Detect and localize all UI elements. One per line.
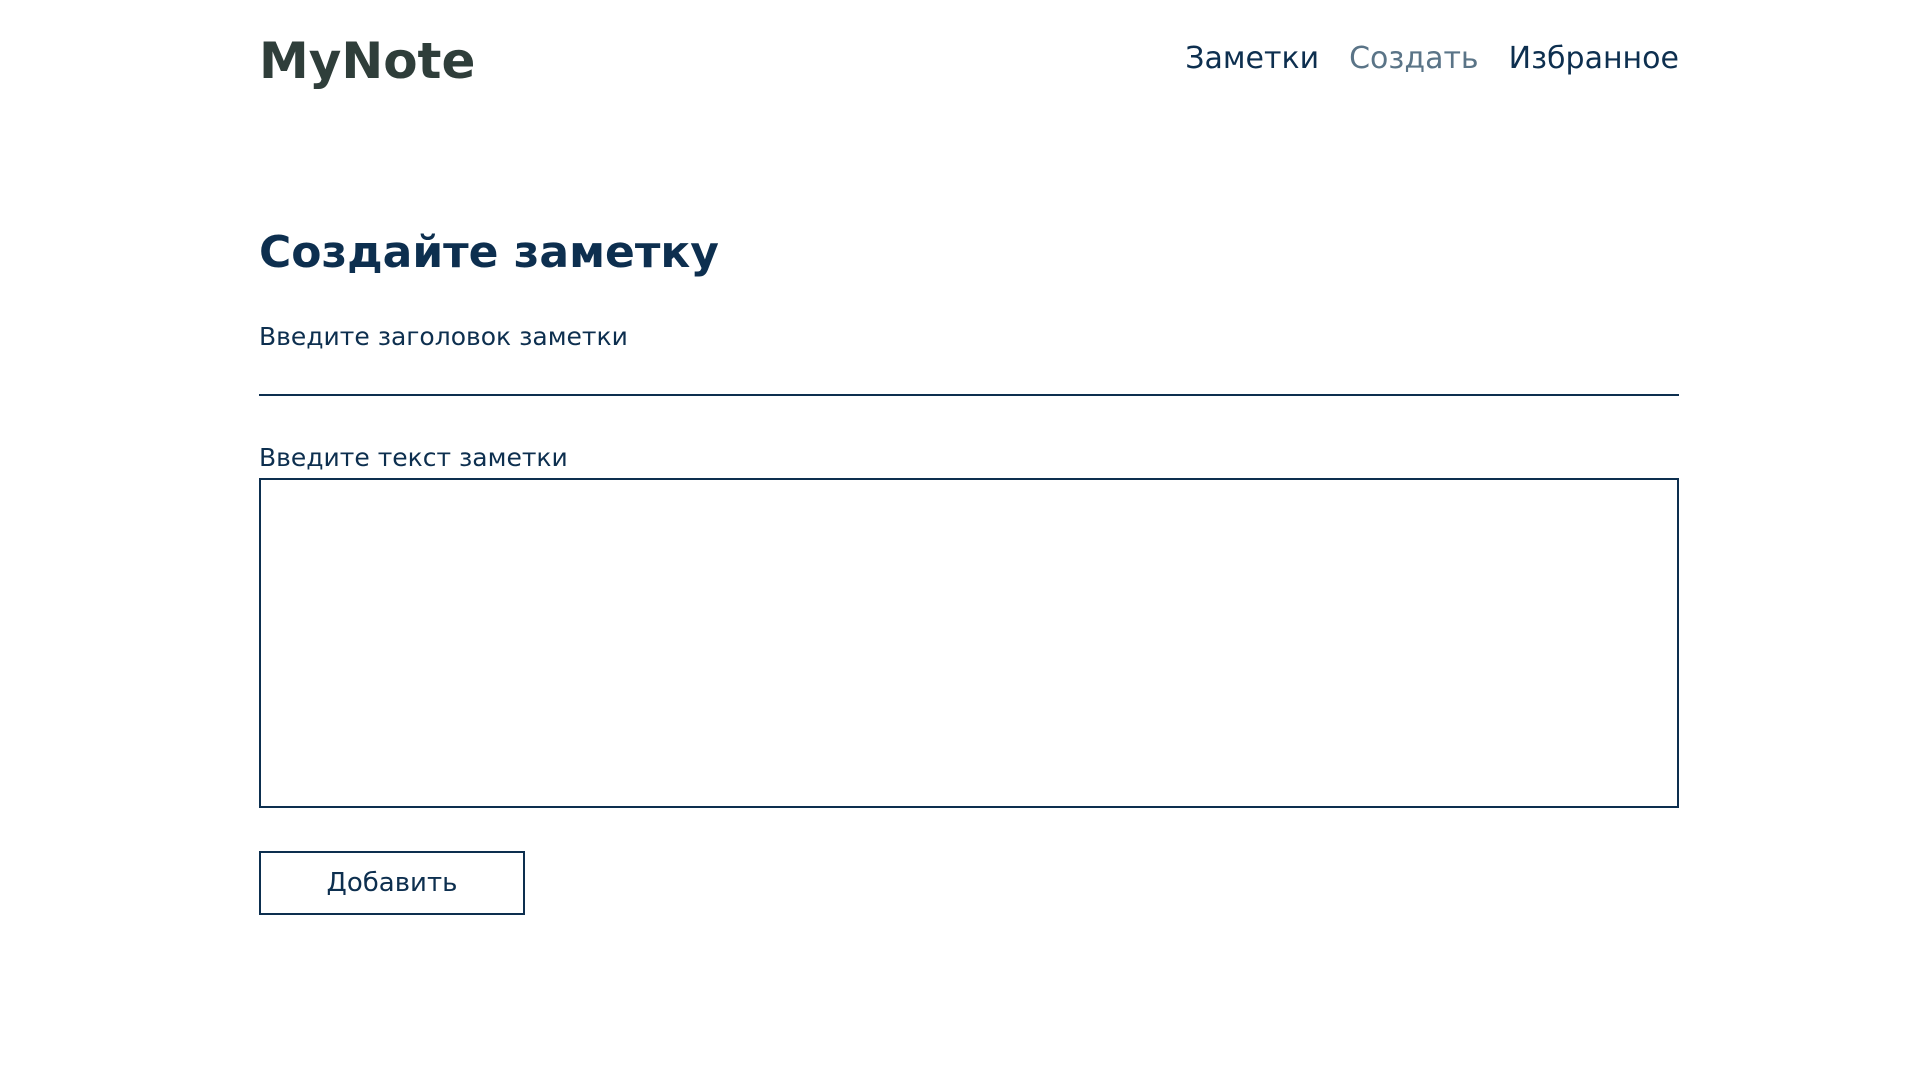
note-title-input[interactable] <box>259 356 1679 396</box>
note-text-area[interactable] <box>259 478 1679 808</box>
nav-item-create[interactable]: Создать <box>1349 36 1479 82</box>
add-button[interactable]: Добавить <box>259 851 525 915</box>
main-nav: Заметки Создать Избранное <box>1185 36 1679 82</box>
page: MyNote Заметки Создать Избранное Создайт… <box>0 0 1920 1080</box>
note-text-label: Введите текст заметки <box>259 443 568 472</box>
nav-item-notes[interactable]: Заметки <box>1185 36 1319 82</box>
page-title: Создайте заметку <box>259 227 719 278</box>
logo[interactable]: MyNote <box>259 26 475 96</box>
note-title-label: Введите заголовок заметки <box>259 322 628 351</box>
nav-item-favorites[interactable]: Избранное <box>1509 36 1679 82</box>
